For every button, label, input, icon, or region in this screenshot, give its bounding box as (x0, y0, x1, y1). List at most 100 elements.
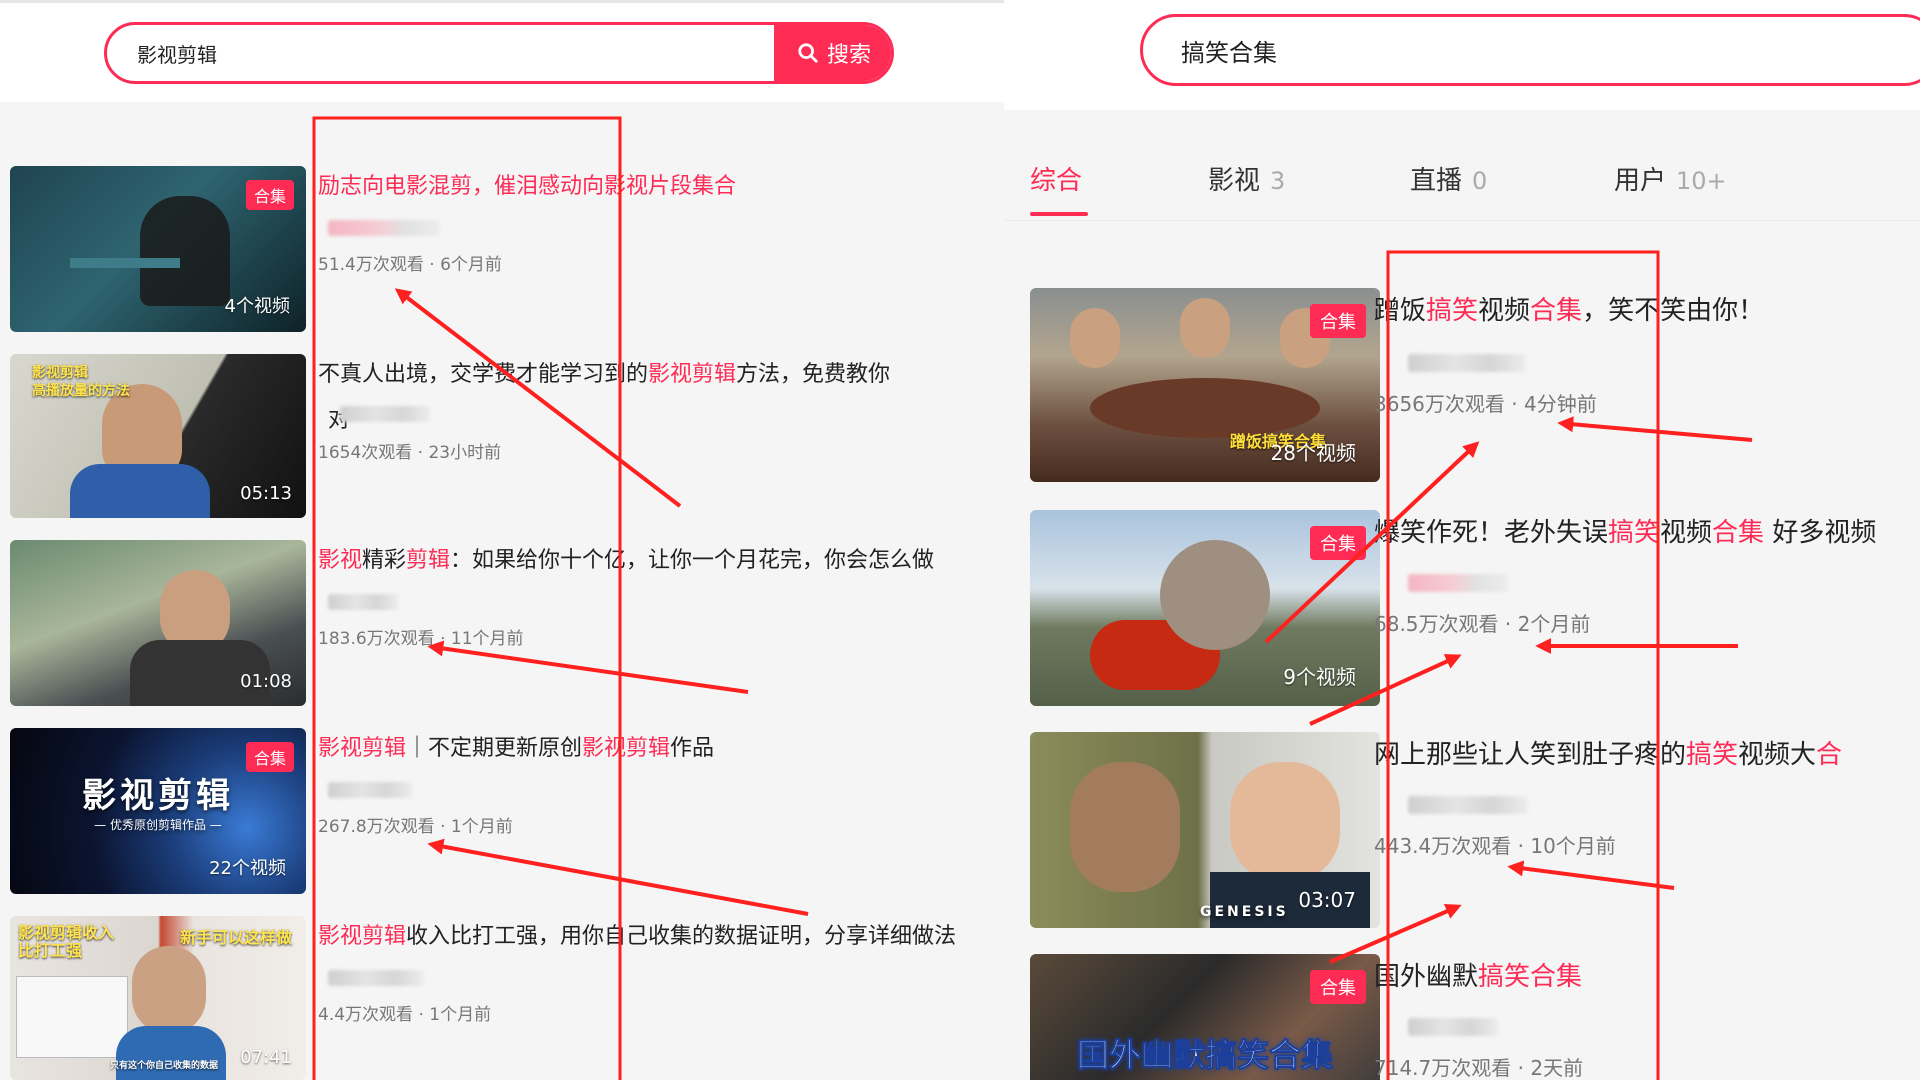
publish-time: 2天前 (1530, 1056, 1584, 1080)
video-thumbnail[interactable]: 合集 4个视频 (10, 166, 306, 332)
thumbnail-rider (1160, 540, 1270, 650)
author-name-blurred (328, 594, 398, 610)
tab-video[interactable]: 影视 3 (1208, 160, 1285, 197)
tab-count: 3 (1270, 167, 1286, 195)
tab-users[interactable]: 用户 10+ (1614, 160, 1727, 197)
tab-label: 影视 (1208, 166, 1261, 196)
video-thumbnail[interactable]: 蹭饭搞笑合集 合集 28个视频 (1030, 288, 1380, 482)
search-icon (798, 43, 818, 63)
thumbnail-figure (140, 196, 230, 306)
result-meta: 3656万次观看 · 4分钟前 (1374, 392, 1597, 416)
search-button[interactable]: 搜索 (774, 25, 891, 81)
thumbnail-caption: 影视剪辑收入 比打工强 (18, 923, 115, 960)
view-count: 3656万次观看 (1374, 392, 1505, 416)
thumbnail-spreadsheet (16, 976, 128, 1058)
video-thumbnail[interactable]: 合集 9个视频 (1030, 510, 1380, 706)
thumbnail-caption: 影视剪辑 高播放量的方法 (32, 365, 130, 399)
result-title[interactable]: 爆笑作死！老外失误搞笑视频合集 好多视频 (1374, 512, 1876, 549)
tab-count: 0 (1472, 167, 1488, 195)
title-segment: 视频 (1660, 518, 1713, 548)
title-segment: 搞笑合集 (1478, 962, 1583, 992)
tab-label: 直播 (1410, 166, 1463, 196)
video-count-label: 22个视频 (209, 858, 286, 879)
result-title[interactable]: 励志向电影混剪，催泪感动向影视片段集合 (318, 168, 736, 200)
result-meta: 267.8万次观看 · 1个月前 (318, 817, 513, 837)
thumbnail-caption: 影视剪辑 (82, 776, 234, 816)
thumbnail-caption: 国外幽默搞笑合集 (1076, 1036, 1333, 1075)
tab-count: 10+ (1676, 167, 1727, 195)
title-segment: ：如果给你十个亿，让你一个月花完，你会怎么做 (450, 548, 935, 573)
video-thumbnail[interactable]: 国外幽默搞笑合集 合集 (1030, 954, 1380, 1080)
tab-live[interactable]: 直播 0 (1410, 160, 1487, 197)
tab-all[interactable]: 综合 (1030, 160, 1082, 197)
title-segment: 搞笑 (1426, 296, 1479, 326)
search-bar[interactable]: 影视剪辑 搜索 (104, 22, 894, 84)
title-segment: 影视剪辑 (582, 736, 671, 761)
result-title[interactable]: 国外幽默搞笑合集 (1374, 956, 1582, 993)
author-name-blurred (328, 970, 424, 986)
thumbnail-footer: 只有这个你自己收集的数据 (110, 1061, 219, 1071)
video-thumbnail[interactable]: 影视剪辑 高播放量的方法 05:13 (10, 354, 306, 518)
title-segment: 搞笑 (1686, 740, 1739, 770)
collection-badge: 合集 (245, 742, 294, 772)
title-segment: 影视 (318, 548, 363, 573)
view-count: 183.6万次观看 (318, 629, 435, 649)
video-thumbnail[interactable]: 01:08 (10, 540, 306, 706)
publish-time: 11个月前 (450, 629, 524, 649)
view-count: 51.4万次观看 (318, 255, 424, 275)
search-bar[interactable]: 搞笑合集 (1140, 14, 1920, 86)
title-segment: 合 (1816, 740, 1843, 770)
result-title[interactable]: 影视精彩剪辑：如果给你十个亿，让你一个月花完，你会怎么做 (318, 542, 934, 574)
title-segment: ，笑不笑由你！ (1582, 296, 1765, 326)
title-segment: 收入比打工强，用你自己收集的数据证明，分享详细做法 (406, 924, 957, 949)
title-segment: 视频 (1478, 296, 1531, 326)
tab-label: 用户 (1614, 166, 1667, 196)
screenshot-root: 影视剪辑 搜索 合集 4个视频 励志向电影混剪，催泪感动向影视片段集合 51.4… (0, 0, 1920, 1080)
publish-time: 6个月前 (440, 255, 502, 275)
search-input[interactable]: 搞笑合集 (1181, 17, 1277, 83)
title-segment: 影视剪辑 (318, 924, 407, 949)
duration-label: 05:13 (240, 483, 292, 504)
title-segment: 作品 (670, 736, 715, 761)
author-name-blurred (1408, 574, 1508, 592)
active-tab-indicator (1030, 212, 1088, 216)
result-meta: 183.6万次观看 · 11个月前 (318, 629, 524, 649)
publish-time: 4分钟前 (1523, 392, 1597, 416)
title-segment: 网上那些让人笑到肚子疼的 (1374, 740, 1687, 770)
title-segment: 励志向电影混剪，催泪感动向影视片段集合 (318, 174, 737, 199)
thumbnail-face-left (1070, 762, 1180, 892)
video-count-label: 28个视频 (1270, 441, 1356, 465)
thumbnail-subcaption: — 优秀原创剪辑作品 — (94, 818, 222, 832)
tab-label: 综合 (1030, 166, 1083, 196)
author-name-blurred (1408, 796, 1528, 814)
video-thumbnail[interactable]: 影视剪辑收入 比打工强 新手可以这样做 只有这个你自己收集的数据 07:41 (10, 916, 306, 1080)
publish-time: 2个月前 (1517, 612, 1591, 636)
result-title[interactable]: 不真人出境，交学费才能学习到的影视剪辑方法，免费教你 (318, 356, 890, 388)
result-title[interactable]: 蹭饭搞笑视频合集，笑不笑由你！ (1374, 290, 1764, 327)
collection-badge: 合集 (245, 180, 294, 210)
thumbnail-face (1070, 308, 1120, 368)
title-segment: 国外幽默 (1374, 962, 1479, 992)
title-segment: 剪辑 (406, 548, 451, 573)
video-thumbnail[interactable]: 影视剪辑 — 优秀原创剪辑作品 — 合集 22个视频 (10, 728, 306, 894)
title-segment: 视频大 (1738, 740, 1817, 770)
title-segment: 爆笑作死！老外失误 (1374, 518, 1609, 548)
title-segment: 蹭饭 (1374, 296, 1427, 326)
thumbnail-face-right (1230, 762, 1340, 882)
publish-time: 1个月前 (429, 1005, 492, 1025)
result-title[interactable]: 影视剪辑收入比打工强，用你自己收集的数据证明，分享详细做法 (318, 918, 956, 950)
title-segment: 影视剪辑 (318, 736, 407, 761)
result-title[interactable]: 网上那些让人笑到肚子疼的搞笑视频大合 (1374, 734, 1842, 771)
result-tabs: 综合 影视 3 直播 0 用户 10+ (1030, 160, 1910, 220)
search-input[interactable]: 影视剪辑 (137, 25, 217, 81)
thumbnail-table (70, 258, 180, 268)
title-segment: 不真人出境，交学费才能学习到的 (318, 362, 649, 387)
video-count-label: 9个视频 (1283, 665, 1356, 689)
duration-label: 01:08 (240, 671, 292, 692)
result-title[interactable]: 影视剪辑｜不定期更新原创影视剪辑作品 (318, 730, 714, 762)
view-count: 267.8万次观看 (318, 817, 435, 837)
video-thumbnail[interactable]: GENESIS 03:07 (1030, 732, 1380, 928)
title-segment: 影视剪辑 (648, 362, 737, 387)
tabs-divider (1004, 220, 1920, 221)
author-name-blurred (1408, 354, 1526, 372)
